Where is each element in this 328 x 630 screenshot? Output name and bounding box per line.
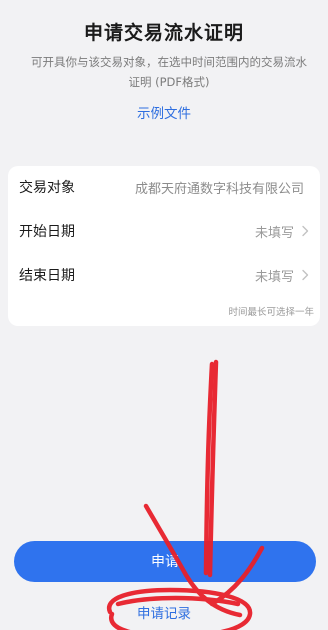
chevron-right-icon bbox=[302, 225, 309, 237]
counterparty-row[interactable]: 交易对象 成都天府通数字科技有限公司 bbox=[8, 166, 320, 208]
apply-statement-page: 申请交易流水证明 可开具你与该交易对象，在选中时间范围内的交易流水证明 (PDF… bbox=[0, 0, 328, 630]
page-description: 可开具你与该交易对象，在选中时间范围内的交易流水证明 (PDF格式) bbox=[31, 55, 307, 89]
form-card: 交易对象 成都天府通数字科技有限公司 开始日期 未填写 结束日期 未填写 时间最… bbox=[8, 166, 320, 326]
start-date-row[interactable]: 开始日期 未填写 bbox=[8, 210, 320, 252]
application-records-link[interactable]: 申请记录 bbox=[0, 602, 328, 622]
chevron-right-icon bbox=[302, 269, 309, 281]
end-date-label: 结束日期 bbox=[19, 268, 75, 284]
start-date-value: 未填写 bbox=[254, 225, 294, 241]
start-date-label: 开始日期 bbox=[19, 224, 75, 240]
counterparty-value: 成都天府通数字科技有限公司 bbox=[134, 181, 304, 197]
page-title: 申请交易流水证明 bbox=[83, 22, 244, 44]
end-date-row[interactable]: 结束日期 未填写 bbox=[8, 254, 320, 296]
sample-file-link[interactable]: 示例文件 bbox=[0, 102, 328, 122]
apply-button[interactable]: 申请 bbox=[14, 541, 316, 582]
counterparty-label: 交易对象 bbox=[19, 180, 75, 196]
end-date-value: 未填写 bbox=[254, 269, 294, 285]
date-range-hint: 时间最长可选择一年 bbox=[228, 307, 314, 318]
